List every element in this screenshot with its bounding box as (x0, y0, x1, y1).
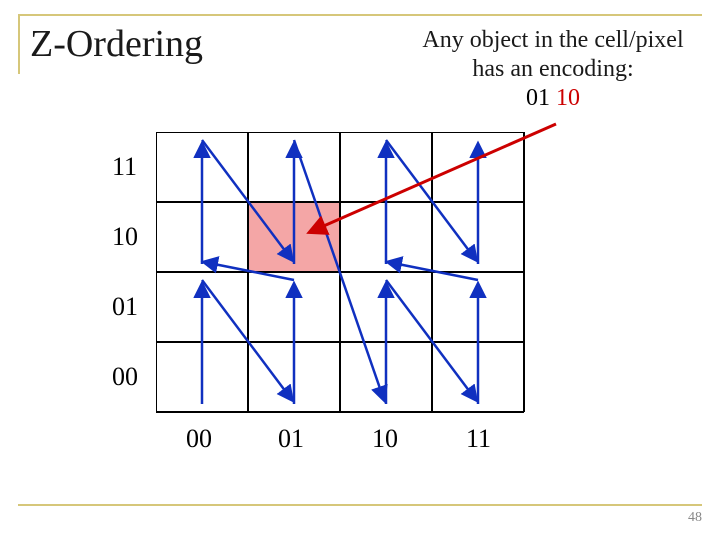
page-number: 48 (688, 510, 702, 526)
callout-arrow (0, 0, 720, 540)
